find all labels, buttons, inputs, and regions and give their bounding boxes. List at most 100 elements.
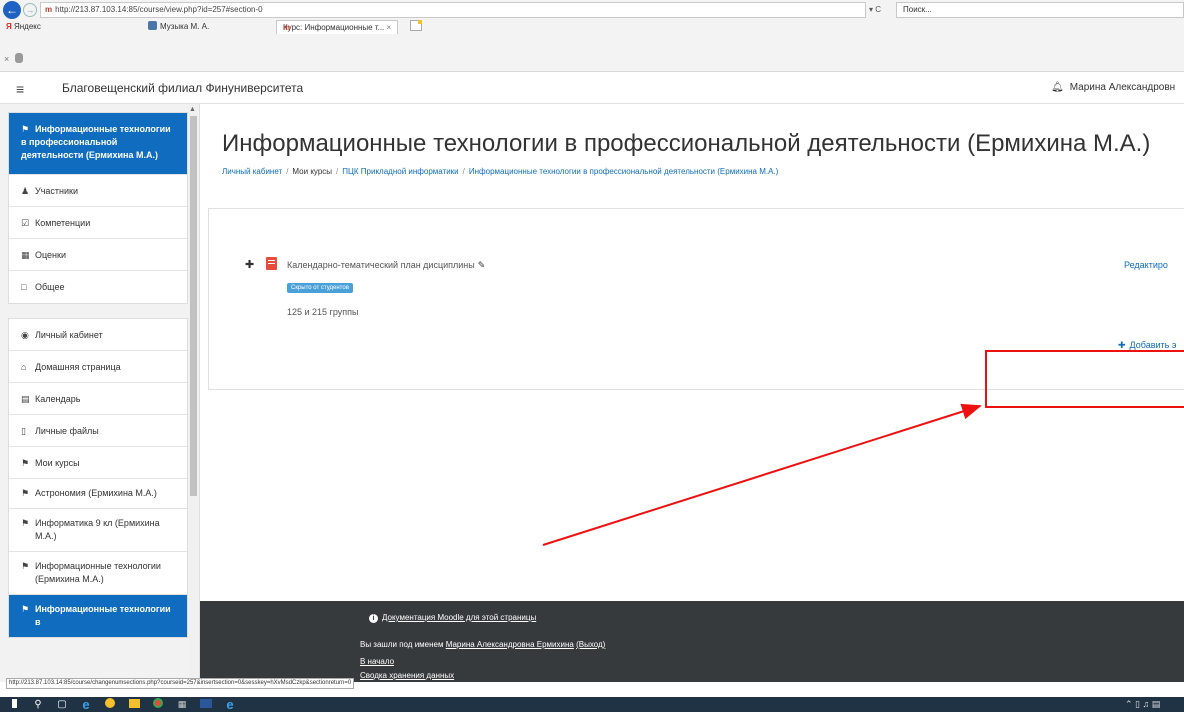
breadcrumb-course[interactable]: Информационные технологии в профессионал… xyxy=(469,167,778,176)
internet-explorer-icon[interactable]: e xyxy=(78,698,94,711)
breadcrumb-separator: / xyxy=(286,167,289,176)
favorite-music-label: Музыка М. А. xyxy=(160,22,210,31)
favorite-yandex-label: Яндекс xyxy=(13,22,41,31)
nav-label: Информационные технологии (Ермихина М.А.… xyxy=(35,561,161,584)
nav-course-current-bottom[interactable]: ⚑ Информационные технологии в xyxy=(9,595,187,637)
file-explorer-icon[interactable] xyxy=(126,698,142,711)
activity-name: Календарно-тематический план дисциплины xyxy=(287,260,475,270)
moodle-favicon-icon: m xyxy=(283,23,291,32)
back-button[interactable]: ← xyxy=(3,1,21,19)
login-prefix: Вы зашли под именем xyxy=(360,640,444,649)
os-taskbar: ⚲ ▢ e ▦ e ⌃ ▯ ♫ ▤ xyxy=(0,697,1184,712)
user-name[interactable]: Марина Александровн xyxy=(1070,82,1175,93)
add-activity-link[interactable]: ✚ Добавить э xyxy=(1118,340,1176,351)
user-menu[interactable]: 🔔︎ Марина Александровн xyxy=(1051,82,1175,93)
favorite-music[interactable]: Музыка М. А. xyxy=(148,20,209,34)
nav-competencies[interactable]: ☑ Компетенции xyxy=(9,207,187,239)
chrome-icon[interactable] xyxy=(150,698,166,711)
site-name[interactable]: Благовещенский филиал Финуниверситета xyxy=(62,81,303,95)
graduation-cap-icon: ⚑ xyxy=(21,604,30,614)
nav-course-it[interactable]: ⚑ Информационные технологии (Ермихина М.А… xyxy=(9,552,187,595)
plus-icon: ✚ xyxy=(1118,340,1126,350)
nav-course-current[interactable]: ⚑ Информационные технологии в профессиона… xyxy=(9,113,187,175)
breadcrumb: Личный кабинет / Мои курсы / ПЦК Прикладной … xyxy=(222,167,778,176)
breadcrumb-separator: / xyxy=(462,167,465,176)
hamburger-menu-icon[interactable]: ≡ xyxy=(16,81,24,97)
system-tray[interactable]: ⌃ ▯ ♫ ▤ xyxy=(1125,698,1160,711)
word-icon[interactable] xyxy=(198,698,214,711)
course-section xyxy=(208,208,1184,390)
graduation-cap-icon: ⚑ xyxy=(21,518,30,528)
breadcrumb-category[interactable]: ПЦК Прикладной информатики xyxy=(342,167,458,176)
breadcrumb-my-courses: Мои курсы xyxy=(292,167,333,176)
app-icon[interactable]: ▦ xyxy=(174,698,190,711)
users-icon: ♟ xyxy=(21,186,30,196)
favorites-bar: Я Яндекс Музыка М. А. m Курс: Информацио… xyxy=(0,20,1184,34)
dashboard-icon: ◉ xyxy=(21,330,29,340)
search-icon[interactable]: ⚲ xyxy=(30,698,46,711)
course-nav-block: ⚑ Информационные технологии в профессиона… xyxy=(8,112,188,304)
nav-grades[interactable]: ▦ Оценки xyxy=(9,239,187,271)
nav-label: Астрономия (Ермихина М.А.) xyxy=(35,488,157,498)
nav-dashboard[interactable]: ◉ Личный кабинет xyxy=(9,319,187,351)
tab-course[interactable]: m Курс: Информационные т... × xyxy=(276,20,399,34)
nav-course-current-label: Информационные технологии в профессионал… xyxy=(21,124,171,160)
nav-course-astronomy[interactable]: ⚑ Астрономия (Ермихина М.А.) xyxy=(9,479,187,509)
nav-label: Компетенции xyxy=(35,218,91,228)
hidden-badge: Скрыто от студентов xyxy=(287,283,353,293)
nav-home[interactable]: ⌂ Домашняя страница xyxy=(9,351,187,383)
windows-start-icon[interactable] xyxy=(4,698,20,711)
moodle-docs-link[interactable]: i Документация Moodle для этой страницы xyxy=(369,613,536,623)
nav-private-files[interactable]: ▯ Личные файлы xyxy=(9,415,187,447)
moodle-favicon-icon: m xyxy=(45,5,53,14)
footer-home-link[interactable]: В начало xyxy=(360,657,394,666)
nav-label: Домашняя страница xyxy=(35,362,121,372)
move-icon[interactable]: ✚ xyxy=(245,258,254,271)
close-icon[interactable]: × xyxy=(4,54,9,64)
task-view-icon[interactable]: ▢ xyxy=(54,698,70,711)
forward-button[interactable]: → xyxy=(23,3,37,17)
data-retention-link[interactable]: Сводка хранения данных xyxy=(360,671,454,680)
calendar-icon: ▤ xyxy=(21,394,30,404)
scroll-up-icon[interactable]: ▲ xyxy=(189,106,196,113)
bell-icon[interactable]: 🔔︎ xyxy=(1051,82,1064,93)
nav-course-informatics[interactable]: ⚑ Информатика 9 кл (Ермихина М.А.) xyxy=(9,509,187,552)
nav-label: Личные файлы xyxy=(35,426,99,436)
login-user-link[interactable]: Марина Александровна Ермихина xyxy=(446,640,574,649)
pencil-icon[interactable]: ✎ xyxy=(478,260,486,270)
drawer-scrollbar[interactable]: ▲ xyxy=(189,104,198,682)
status-bar-url: http://213.87.103.14:85/course/changenum… xyxy=(6,678,355,689)
tab-course-label: Курс: Информационные т... xyxy=(283,23,385,32)
shield-icon[interactable] xyxy=(15,53,24,63)
yandex-browser-icon[interactable] xyxy=(102,698,118,711)
graduation-cap-icon: ⚑ xyxy=(21,124,30,134)
nav-calendar[interactable]: ▤ Календарь xyxy=(9,383,187,415)
favorite-yandex[interactable]: Я Яндекс xyxy=(6,20,41,34)
site-navbar: ≡ Благовещенский филиал Финуниверситета … xyxy=(0,72,1184,104)
info-icon: i xyxy=(369,614,378,623)
site-nav-block: ◉ Личный кабинет ⌂ Домашняя страница ▤ Кале… xyxy=(8,318,188,638)
availability-text: 125 и 215 группы xyxy=(287,307,359,317)
graduation-cap-icon: ⚑ xyxy=(21,561,30,571)
activity-link[interactable]: Календарно-тематический план дисциплины ✎ xyxy=(287,260,485,271)
nav-my-courses[interactable]: ⚑ Мои курсы xyxy=(9,447,187,479)
nav-participants[interactable]: ♟ Участники xyxy=(9,175,187,207)
address-bar[interactable]: m http://213.87.103.14:85/course/view.php… xyxy=(40,2,866,18)
drawer-scroll-thumb[interactable] xyxy=(190,116,197,496)
nav-label: Участники xyxy=(35,186,78,196)
logout-link[interactable]: (Выход) xyxy=(576,640,605,649)
refresh-button[interactable]: ▾ C xyxy=(869,2,893,18)
login-info: Вы зашли под именем Марина Александровна… xyxy=(360,640,605,649)
add-activity-label: Добавить э xyxy=(1129,340,1177,350)
page-footer: i Документация Moodle для этой страницы В… xyxy=(200,601,1184,682)
edit-menu-link[interactable]: Редактиро xyxy=(1124,260,1168,270)
nav-label: Календарь xyxy=(35,394,81,404)
new-tab-button[interactable] xyxy=(410,20,422,31)
nav-general[interactable]: □ Общее xyxy=(9,271,187,303)
folder-icon: □ xyxy=(21,282,27,292)
tab-close-button[interactable]: × xyxy=(387,23,392,32)
internet-explorer-icon[interactable]: e xyxy=(222,698,238,711)
breadcrumb-separator: / xyxy=(336,167,339,176)
browser-search-input[interactable]: Поиск... xyxy=(896,2,1184,18)
breadcrumb-dashboard[interactable]: Личный кабинет xyxy=(222,167,282,176)
